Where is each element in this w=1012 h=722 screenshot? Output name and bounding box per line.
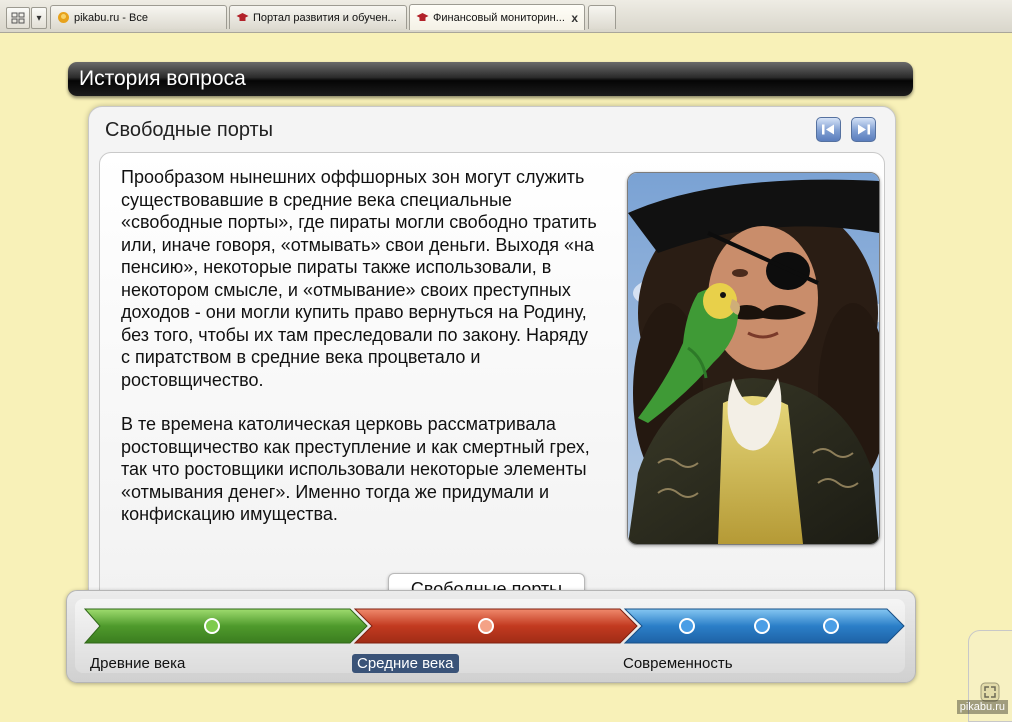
paragraph: Прообразом нынешних оффшорных зон могут … [121, 167, 597, 390]
tab-portal[interactable]: Портал развития и обучен... [229, 5, 407, 29]
slide-content: Прообразом нынешних оффшорных зон могут … [99, 152, 885, 634]
forward-icon [858, 124, 870, 135]
close-tab-icon[interactable]: x [571, 11, 578, 25]
era-segment-ancient[interactable] [83, 608, 368, 644]
timeline-point[interactable] [754, 618, 770, 634]
tab-list-dropdown[interactable]: ▾ [31, 7, 47, 29]
slide-panel: Свободные порты Прообразом нынешних оффш… [88, 106, 896, 634]
pirate-with-parrot-photo [627, 172, 880, 545]
next-slide-button[interactable] [851, 117, 876, 142]
tab-title: Портал развития и обучен... [253, 11, 397, 24]
era-label-modern[interactable]: Современность [623, 655, 733, 672]
timeline: Древние века Средние века Современность [66, 590, 916, 683]
watermark: pikabu.ru [956, 700, 1008, 714]
graduation-cap-icon [236, 13, 249, 21]
tab-financial-monitoring[interactable]: Финансовый мониторин... x [409, 4, 585, 30]
timeline-point[interactable] [204, 618, 220, 634]
previous-slide-button[interactable] [816, 117, 841, 142]
pikabu-icon [58, 12, 69, 23]
browser-tab-strip: ▾ pikabu.ru - Все Портал развития и обуч… [0, 0, 1012, 33]
new-tab-button[interactable] [588, 5, 616, 29]
slide-title: Свободные порты [105, 119, 274, 141]
graduation-cap-icon [416, 13, 429, 21]
tab-title: Финансовый мониторин... [433, 11, 565, 24]
timeline-track: Древние века Средние века Современность [75, 599, 905, 673]
rewind-icon [822, 124, 834, 135]
timeline-point[interactable] [823, 618, 839, 634]
timeline-point[interactable] [679, 618, 695, 634]
section-header: История вопроса [68, 62, 913, 96]
section-title: История вопроса [79, 67, 246, 90]
slide-body-text: Прообразом нынешних оффшорных зон могут … [121, 166, 601, 548]
era-label-ancient[interactable]: Древние века [90, 655, 185, 672]
tab-title: pikabu.ru - Все [74, 11, 148, 24]
era-segment-medieval[interactable] [353, 608, 638, 644]
tab-overview-button[interactable] [6, 7, 30, 29]
timeline-point-selected[interactable] [478, 618, 494, 634]
grid-icon [11, 12, 25, 24]
tab-pikabu[interactable]: pikabu.ru - Все [50, 5, 227, 29]
era-label-medieval[interactable]: Средние века [352, 654, 459, 673]
chevron-down-icon: ▾ [36, 12, 42, 24]
paragraph: В те времена католическая церковь рассма… [121, 414, 590, 524]
